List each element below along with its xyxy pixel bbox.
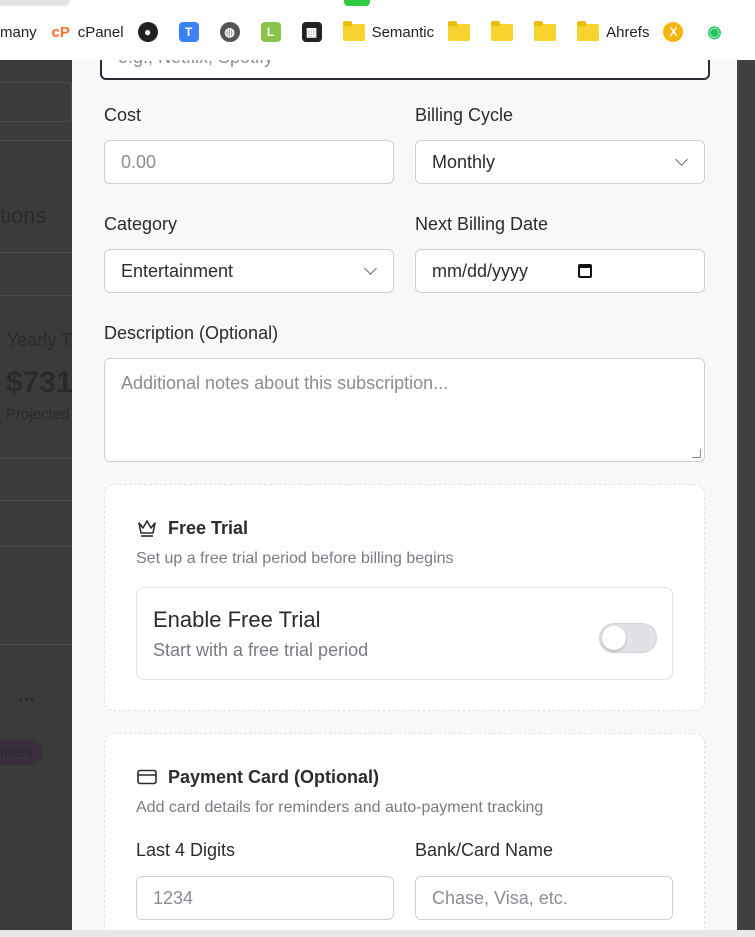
last4-input[interactable]: 1234 [136, 876, 394, 920]
divider [0, 458, 72, 459]
description-placeholder: Additional notes about this subscription… [121, 373, 449, 393]
free-trial-card: Free Trial Set up a free trial period be… [104, 484, 705, 711]
divider [0, 252, 72, 253]
bookmark-company[interactable]: many [0, 18, 37, 46]
billing-cycle-value: Monthly [432, 151, 496, 172]
toggle-knob [602, 626, 626, 650]
folder-icon [577, 20, 600, 41]
bg-stat-value: $731 [6, 366, 73, 399]
bookmark-folder[interactable] [534, 18, 563, 46]
next-billing-label: Next Billing Date [415, 214, 549, 234]
description-textarea[interactable]: Additional notes about this subscription… [104, 358, 705, 462]
bookmark-label: many [0, 23, 37, 41]
credit-card-icon [137, 769, 157, 785]
free-trial-subtitle: Set up a free trial period before billin… [136, 550, 454, 567]
description-label: Description (Optional) [104, 323, 279, 343]
bookmark-t[interactable]: T [178, 18, 206, 46]
bookmark-cpanel[interactable]: cP cPanel [51, 18, 124, 46]
bookmark-x[interactable]: X [663, 18, 690, 46]
bookmark-folder[interactable] [448, 18, 477, 46]
free-trial-toggle[interactable] [599, 623, 657, 653]
folder-icon [342, 20, 365, 41]
bookmark-label: Semantic [371, 23, 435, 41]
horizontal-scrollbar[interactable] [0, 930, 755, 937]
bookmark-ahrefs[interactable]: Ahrefs [577, 18, 649, 46]
last4-label: Last 4 Digits [136, 840, 236, 860]
divider [0, 644, 72, 645]
name-placeholder: e.g., Netflix, Spotify [118, 60, 273, 68]
bg-stat-sub: Projected [6, 406, 70, 423]
bg-menu-icon: ... [18, 684, 35, 706]
globe-icon: ◍ [219, 22, 240, 42]
folder-icon [448, 20, 471, 41]
calendar-icon[interactable] [578, 264, 592, 278]
bookmark-film[interactable]: ▦ [301, 18, 329, 46]
bank-input[interactable]: Chase, Visa, etc. [415, 876, 673, 920]
category-value: Entertainment [121, 260, 234, 281]
chevron-down-icon [675, 153, 688, 166]
spy-icon: ● [137, 22, 158, 42]
payment-card-section: Payment Card (Optional) Add card details… [104, 733, 705, 930]
divider [0, 500, 72, 501]
free-trial-toggle-row: Enable Free Trial Start with a free tria… [136, 587, 673, 680]
background-right-edge [737, 60, 755, 930]
enable-free-trial-sub: Start with a free trial period [153, 640, 369, 660]
t-icon: T [178, 22, 199, 42]
x-icon: X [663, 22, 684, 42]
bg-input [0, 82, 72, 122]
bookmark-folder[interactable] [491, 18, 520, 46]
dot-icon: ◉ [707, 24, 722, 41]
cost-placeholder: 0.00 [121, 151, 157, 172]
bg-stat-label: Yearly T [7, 330, 73, 350]
payment-card-subtitle: Add card details for reminders and auto-… [136, 799, 544, 816]
tab-edge [0, 0, 70, 6]
bookmarks-bar: many cP cPanel ● T ◍ L ▦ Semantic Ahrefs… [0, 0, 755, 60]
notification-badge [344, 0, 370, 6]
last4-placeholder: 1234 [153, 887, 194, 908]
bookmark-label: Ahrefs [606, 23, 650, 41]
billing-cycle-label: Billing Cycle [415, 105, 514, 125]
cost-input[interactable]: 0.00 [104, 140, 394, 184]
folder-icon [491, 20, 514, 41]
bookmark-label: cPanel [77, 23, 124, 41]
cost-label: Cost [104, 105, 142, 125]
bg-tag: ment [0, 740, 44, 765]
bank-label: Bank/Card Name [415, 840, 554, 860]
film-icon: ▦ [301, 22, 322, 42]
category-select[interactable]: Entertainment [104, 249, 394, 293]
next-billing-date-input[interactable]: mm/dd/yyyy [415, 249, 705, 293]
divider [0, 140, 72, 141]
free-trial-title: Free Trial [168, 518, 249, 538]
cpanel-icon: cP [51, 23, 70, 41]
chevron-down-icon [364, 262, 377, 275]
divider [0, 546, 72, 547]
next-billing-placeholder: mm/dd/yyyy [432, 260, 529, 281]
divider [0, 295, 72, 296]
payment-card-title: Payment Card (Optional) [168, 767, 380, 787]
bookmark-spy[interactable]: ● [137, 18, 165, 46]
bookmark-dot[interactable]: ◉ [704, 18, 731, 46]
bookmark-semantic[interactable]: Semantic [342, 18, 435, 46]
lh-icon: L [260, 22, 281, 42]
bookmark-globe[interactable]: ◍ [219, 18, 247, 46]
bookmark-lh[interactable]: L [260, 18, 288, 46]
crown-icon [138, 520, 156, 537]
billing-cycle-select[interactable]: Monthly [415, 140, 705, 184]
resize-handle-icon[interactable] [692, 449, 701, 458]
category-label: Category [104, 214, 178, 234]
enable-free-trial-title: Enable Free Trial [153, 607, 321, 632]
bg-section-title: tions [0, 203, 47, 228]
folder-icon [534, 20, 557, 41]
name-input[interactable]: e.g., Netflix, Spotify [100, 60, 710, 80]
add-subscription-modal: e.g., Netflix, Spotify Cost 0.00 Billing… [72, 60, 737, 930]
bank-placeholder: Chase, Visa, etc. [432, 887, 568, 908]
